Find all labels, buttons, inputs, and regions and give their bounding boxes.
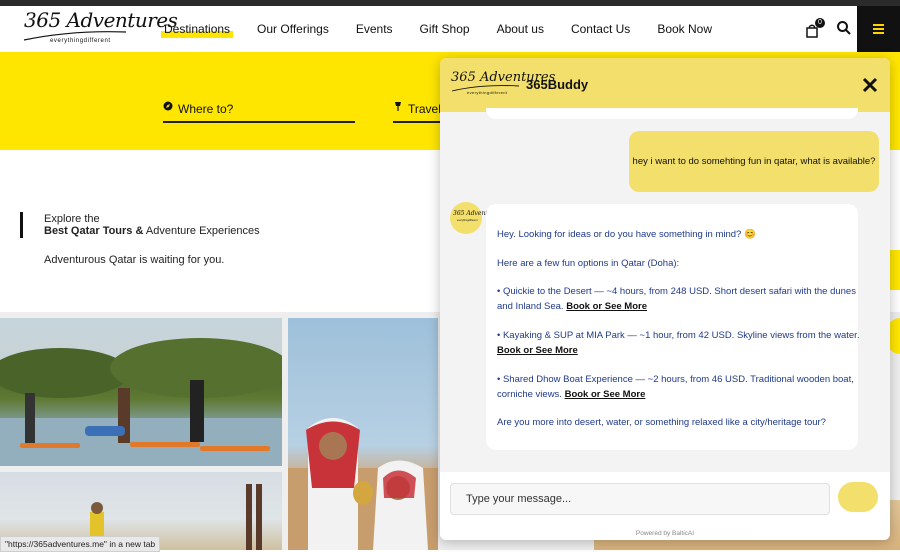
bot-option-1-text: and Inland Sea.: [497, 301, 567, 312]
menu-line: [873, 28, 884, 30]
chat-header: 365 Adventures everythingdifferent 365Bu…: [440, 58, 890, 112]
book-or-see-more-link[interactable]: Book or See More: [566, 301, 647, 312]
desert-tea-illustration: [288, 418, 438, 550]
intro-line-2: Best Qatar Tours & Adventure Experiences: [44, 225, 260, 237]
bot-message-bubble: Hey. Looking for ideas or do you have so…: [486, 204, 860, 450]
chat-title: 365Buddy: [526, 77, 589, 92]
nav-our-offerings[interactable]: Our Offerings: [257, 22, 329, 36]
where-to-field[interactable]: Where to?: [163, 99, 355, 123]
chat-widget: 365 Adventures everythingdifferent 365Bu…: [440, 58, 890, 540]
bot-option-1-line-1: • Quickie to the Desert — ~4 hours, from…: [497, 286, 856, 297]
intro-bold-text: Best Qatar Tours &: [44, 225, 144, 237]
site-logo[interactable]: 365 Adventures everythingdifferent: [22, 8, 178, 52]
nav-destinations[interactable]: Destinations: [160, 22, 234, 38]
intro-rest-text: Adventure Experiences: [143, 225, 260, 237]
travel-placeholder: Travel: [408, 102, 441, 116]
bot-avatar: 365 Adventures everythingdifferent: [450, 202, 501, 234]
chat-message-input[interactable]: Type your message...: [450, 483, 830, 515]
bot-closing-question: Are you more into desert, water, or some…: [497, 417, 826, 428]
chat-messages[interactable]: hey i want to do somehting fun in qatar,…: [440, 108, 890, 472]
pin-icon: [395, 102, 401, 111]
bot-option-3-line-2: corniche views. Book or See More: [497, 389, 645, 400]
cart-count-badge: 0: [815, 18, 825, 28]
nav-gift-shop[interactable]: Gift Shop: [420, 22, 470, 36]
logo-tagline: everythingdifferent: [50, 38, 111, 44]
bot-option-2-line-1: • Kayaking & SUP at MIA Park — ~1 hour, …: [497, 330, 860, 341]
bot-greeting: Hey. Looking for ideas or do you have so…: [497, 229, 756, 240]
powered-by-label: Powered by BalticAI: [635, 530, 695, 537]
user-message-bubble: hey i want to do somehting fun in qatar,…: [629, 131, 879, 192]
kayak-scene-illustration: [0, 338, 282, 466]
menu-line: [873, 32, 884, 34]
search-icon[interactable]: [836, 20, 852, 36]
previous-message-edge: [486, 108, 858, 119]
menu-line: [873, 24, 884, 26]
bot-option-3-text: corniche views.: [497, 389, 565, 400]
intro-line-3: Adventurous Qatar is waiting for you.: [44, 254, 225, 266]
close-icon[interactable]: [862, 77, 878, 93]
hamburger-menu-button[interactable]: [857, 6, 900, 52]
site-header: 365 Adventures everythingdifferent Desti…: [0, 6, 900, 52]
chat-logo: 365 Adventures everythingdifferent: [451, 70, 555, 100]
main-nav: Destinations Our Offerings Events Gift S…: [160, 6, 739, 52]
kayak-photo[interactable]: [0, 318, 282, 466]
book-or-see-more-link[interactable]: Book or See More: [565, 389, 646, 400]
book-or-see-more-link[interactable]: Book or See More: [497, 345, 578, 356]
bot-option-2-line-2: Book or See More: [497, 345, 578, 356]
nav-about-us[interactable]: About us: [497, 22, 544, 36]
desert-tea-photo[interactable]: [288, 318, 438, 550]
bot-intro: Here are a few fun options in Qatar (Doh…: [497, 258, 680, 269]
bot-avatar-logo-tagline: everythingdifferent: [457, 219, 478, 222]
nav-contact-us[interactable]: Contact Us: [571, 22, 630, 36]
send-button[interactable]: [838, 482, 878, 512]
intro-line-1: Explore the: [44, 213, 100, 225]
cart-button[interactable]: 0: [806, 18, 825, 39]
nav-events[interactable]: Events: [356, 22, 393, 36]
where-to-placeholder: Where to?: [178, 102, 234, 116]
bot-option-1-line-2: and Inland Sea. Book or See More: [497, 301, 647, 312]
bot-option-3-line-1: • Shared Dhow Boat Experience — ~2 hours…: [497, 374, 854, 385]
compass-icon: [163, 101, 173, 111]
chat-input-area: Type your message...: [440, 472, 890, 530]
chat-logo-tagline: everythingdifferent: [467, 90, 508, 95]
nav-book-now[interactable]: Book Now: [657, 22, 712, 36]
user-message-text: hey i want to do somehting fun in qatar,…: [632, 156, 876, 167]
intro-accent-bar: [20, 212, 23, 238]
